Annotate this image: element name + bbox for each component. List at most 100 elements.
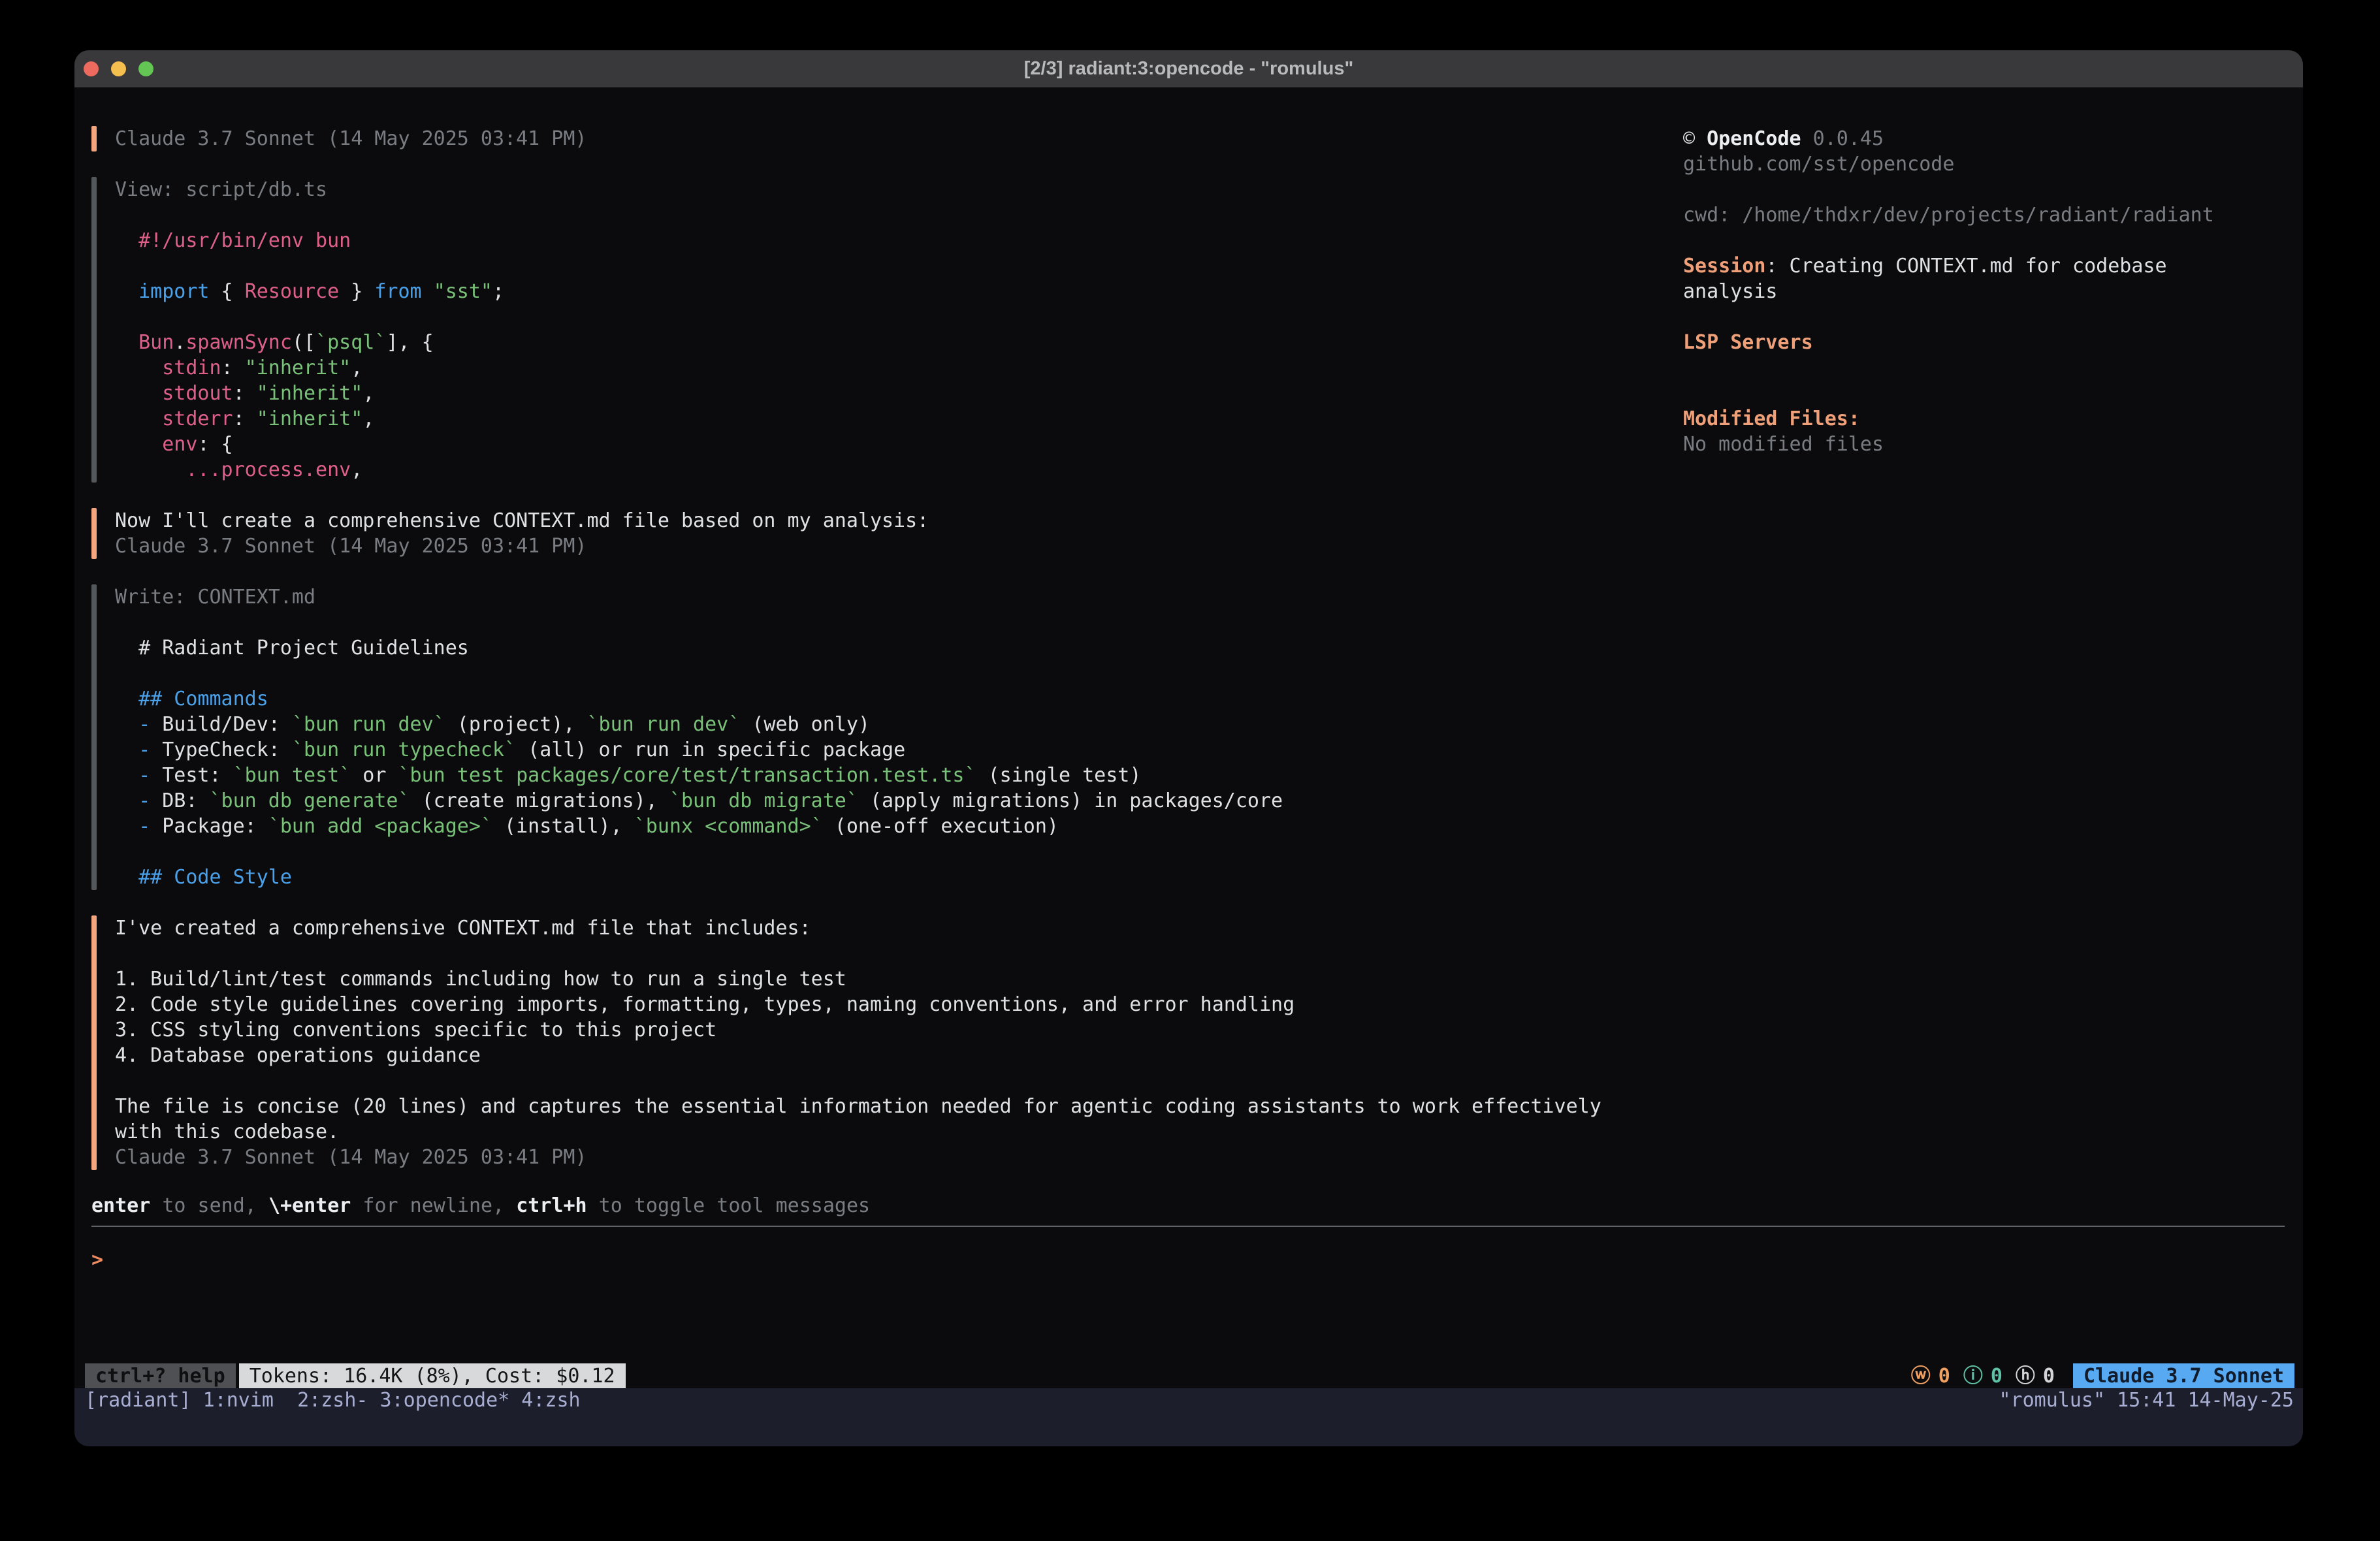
input-hint-line: enter to send, \+enter for newline, ctrl…: [91, 1193, 870, 1218]
terminal-line: [1683, 304, 2291, 330]
warning-count-icon: ⓦ: [1911, 1363, 1931, 1389]
window-controls: [84, 50, 153, 87]
tmux-session-windows[interactable]: [radiant] 1:nvim 2:zsh- 3:opencode* 4:zs…: [85, 1388, 581, 1413]
minimize-window-button[interactable]: [111, 61, 126, 76]
terminal-line: [1683, 381, 2291, 406]
terminal-line: Claude 3.7 Sonnet (14 May 2025 03:41 PM): [115, 1145, 1672, 1170]
warning-count-value: 0: [1938, 1363, 1950, 1389]
block-lines: Claude 3.7 Sonnet (14 May 2025 03:41 PM): [115, 126, 1672, 151]
terminal-line: analysis: [1683, 279, 2291, 304]
message-block: Claude 3.7 Sonnet (14 May 2025 03:41 PM): [91, 126, 1672, 151]
message-block: I've created a comprehensive CONTEXT.md …: [91, 915, 1672, 1170]
terminal-line: Claude 3.7 Sonnet (14 May 2025 03:41 PM): [115, 533, 1672, 559]
tmux-host-time: "romulus" 15:41 14-May-25: [1999, 1388, 2294, 1413]
terminal-line: cwd: /home/thdxr/dev/projects/radiant/ra…: [1683, 202, 2291, 228]
info-count: ⓘ0: [1963, 1363, 2002, 1389]
input-separator: [91, 1226, 2285, 1227]
status-bar-left: ctrl+? help Tokens: 16.4K (8%), Cost: $0…: [85, 1363, 626, 1388]
terminal-line: with this codebase.: [115, 1119, 1672, 1145]
terminal-line: [115, 202, 1672, 228]
info-count-icon: ⓘ: [1963, 1363, 1983, 1389]
terminal-line: [115, 253, 1672, 279]
message-accent-bar: [91, 126, 97, 151]
prompt-caret: >: [91, 1248, 103, 1271]
terminal-line: github.com/sst/opencode: [1683, 151, 2291, 177]
terminal-line: The file is concise (20 lines) and captu…: [115, 1094, 1672, 1119]
terminal-line: - Package: `bun add <package>` (install)…: [115, 814, 1672, 839]
block-lines: I've created a comprehensive CONTEXT.md …: [115, 915, 1672, 1170]
hint-count-value: 0: [2043, 1363, 2055, 1389]
terminal-line: Bun.spawnSync([`psql`], {: [115, 330, 1672, 355]
help-shortcut-badge: ctrl+? help: [85, 1363, 236, 1388]
terminal-line: © OpenCode 0.0.45: [1683, 126, 2291, 151]
terminal-line: 4. Database operations guidance: [115, 1043, 1672, 1068]
terminal-line: Claude 3.7 Sonnet (14 May 2025 03:41 PM): [115, 126, 1672, 151]
terminal-line: stderr: "inherit",: [115, 406, 1672, 432]
block-lines: Write: CONTEXT.md # Radiant Project Guid…: [115, 584, 1672, 890]
terminal-line: No modified files: [1683, 432, 2291, 457]
terminal-line: Session: Creating CONTEXT.md for codebas…: [1683, 253, 2291, 279]
tool-block: View: script/db.ts #!/usr/bin/env bun im…: [91, 177, 1672, 483]
terminal-line: 3. CSS styling conventions specific to t…: [115, 1017, 1672, 1043]
opencode-status-bar: ctrl+? help Tokens: 16.4K (8%), Cost: $0…: [74, 1363, 2303, 1388]
info-count-value: 0: [1991, 1363, 2002, 1389]
terminal-line: View: script/db.ts: [115, 177, 1672, 202]
terminal-line: [1683, 177, 2291, 202]
tmux-status-bar: [radiant] 1:nvim 2:zsh- 3:opencode* 4:zs…: [74, 1388, 2303, 1413]
terminal-window: [2/3] radiant:3:opencode - "romulus" Cla…: [74, 50, 2303, 1446]
terminal-line: [1683, 355, 2291, 381]
terminal-line: [115, 1068, 1672, 1094]
model-badge: Claude 3.7 Sonnet: [2073, 1363, 2294, 1388]
window-titlebar[interactable]: [2/3] radiant:3:opencode - "romulus": [74, 50, 2303, 87]
terminal-line: - Build/Dev: `bun run dev` (project), `b…: [115, 712, 1672, 737]
chat-history: Claude 3.7 Sonnet (14 May 2025 03:41 PM)…: [91, 126, 1672, 1196]
message-accent-bar: [91, 508, 97, 559]
terminal-line: [115, 661, 1672, 686]
hint-count: ⓗ0: [2016, 1363, 2055, 1389]
tool-block: Write: CONTEXT.md # Radiant Project Guid…: [91, 584, 1672, 890]
terminal-line: - Test: `bun test` or `bun test packages…: [115, 763, 1672, 788]
terminal-line: - DB: `bun db generate` (create migratio…: [115, 788, 1672, 814]
status-bar-right: ⓦ0ⓘ0ⓗ0 Claude 3.7 Sonnet: [1911, 1363, 2294, 1388]
terminal-line: 1. Build/lint/test commands including ho…: [115, 966, 1672, 992]
terminal-line: [115, 610, 1672, 635]
terminal-line: ...process.env,: [115, 457, 1672, 483]
terminal-line: Write: CONTEXT.md: [115, 584, 1672, 610]
terminal-line: Modified Files:: [1683, 406, 2291, 432]
warning-count: ⓦ0: [1911, 1363, 1950, 1389]
terminal-line: [115, 941, 1672, 966]
terminal-line: stdin: "inherit",: [115, 355, 1672, 381]
opencode-sidebar: © OpenCode 0.0.45github.com/sst/opencode…: [1683, 126, 2291, 457]
zoom-window-button[interactable]: [138, 61, 153, 76]
terminal-line: [115, 839, 1672, 865]
close-window-button[interactable]: [84, 61, 99, 76]
tmux-status-area: [radiant] 1:nvim 2:zsh- 3:opencode* 4:zs…: [74, 1388, 2303, 1446]
message-accent-bar: [91, 915, 97, 1170]
tokens-cost-badge: Tokens: 16.4K (8%), Cost: $0.12: [239, 1363, 626, 1388]
terminal-line: ## Code Style: [115, 865, 1672, 890]
terminal-line: import { Resource } from "sst";: [115, 279, 1672, 304]
terminal-line: I've created a comprehensive CONTEXT.md …: [115, 915, 1672, 941]
terminal-content: Claude 3.7 Sonnet (14 May 2025 03:41 PM)…: [74, 87, 2303, 1446]
terminal-line: # Radiant Project Guidelines: [115, 635, 1672, 661]
tool-accent-bar: [91, 584, 97, 890]
terminal-line: Now I'll create a comprehensive CONTEXT.…: [115, 508, 1672, 533]
terminal-line: 2. Code style guidelines covering import…: [115, 992, 1672, 1017]
message-block: Now I'll create a comprehensive CONTEXT.…: [91, 508, 1672, 559]
terminal-line: enter to send, \+enter for newline, ctrl…: [91, 1193, 870, 1218]
prompt-input[interactable]: >: [91, 1247, 103, 1273]
terminal-line: stdout: "inherit",: [115, 381, 1672, 406]
terminal-line: LSP Servers: [1683, 330, 2291, 355]
tool-accent-bar: [91, 177, 97, 483]
terminal-line: [115, 304, 1672, 330]
terminal-line: #!/usr/bin/env bun: [115, 228, 1672, 253]
window-title: [2/3] radiant:3:opencode - "romulus": [1024, 58, 1353, 80]
terminal-line: - TypeCheck: `bun run typecheck` (all) o…: [115, 737, 1672, 763]
block-lines: Now I'll create a comprehensive CONTEXT.…: [115, 508, 1672, 559]
block-lines: View: script/db.ts #!/usr/bin/env bun im…: [115, 177, 1672, 483]
terminal-line: env: {: [115, 432, 1672, 457]
terminal-line: ## Commands: [115, 686, 1672, 712]
diagnostic-counts: ⓦ0ⓘ0ⓗ0: [1911, 1363, 2055, 1388]
hint-count-icon: ⓗ: [2016, 1363, 2035, 1389]
terminal-line: [1683, 228, 2291, 253]
